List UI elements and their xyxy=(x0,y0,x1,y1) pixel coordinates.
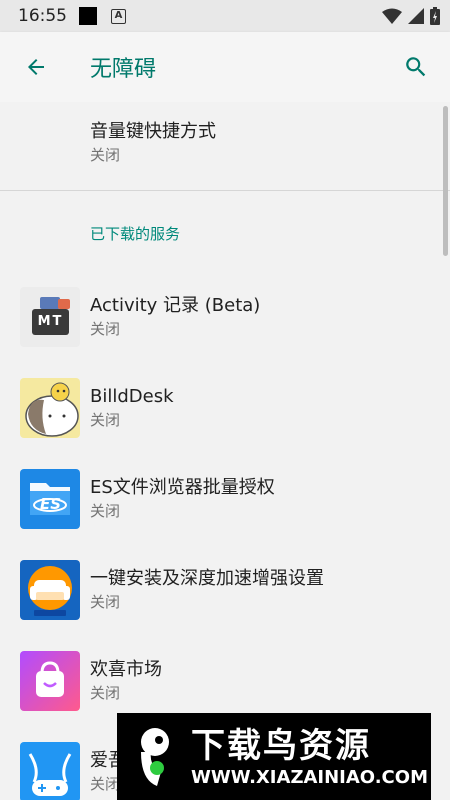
downloaded-services-header: 已下载的服务 xyxy=(90,225,181,243)
mt-manager-icon: MT xyxy=(20,286,80,347)
service-item-one-key-install[interactable]: 一键安装及深度加速增强设置 关闭 xyxy=(0,544,450,635)
settings-list[interactable]: 音量键快捷方式 关闭 已下载的服务 MT Activity 记录 (Beta) … xyxy=(0,102,450,800)
status-icons xyxy=(382,7,440,25)
service-status: 关闭 xyxy=(90,683,121,702)
page-title: 无障碍 xyxy=(90,57,157,82)
watermark-banner: 下载鸟资源 WWW.XIAZAINIAO.COM xyxy=(117,713,431,800)
notification-square-icon xyxy=(79,7,97,25)
volume-shortcut-status: 关闭 xyxy=(90,146,121,164)
service-name: BilldDesk xyxy=(90,385,174,407)
watermark-title: 下载鸟资源 xyxy=(191,725,371,766)
service-name: 一键安装及深度加速增强设置 xyxy=(90,567,324,589)
service-status: 关闭 xyxy=(90,501,121,520)
signal-icon xyxy=(408,8,424,24)
es-file-explorer-icon: ES xyxy=(20,468,80,529)
app-bar: 无障碍 xyxy=(0,32,450,102)
bird-logo-icon xyxy=(127,722,183,792)
status-bar: 16:55 A xyxy=(0,0,450,32)
scrollbar[interactable] xyxy=(443,106,448,256)
volume-shortcut-item[interactable]: 音量键快捷方式 关闭 xyxy=(0,102,450,191)
sofa-icon xyxy=(20,559,80,620)
volume-shortcut-title: 音量键快捷方式 xyxy=(90,121,216,142)
watermark-url: WWW.XIAZAINIAO.COM xyxy=(191,766,428,788)
wifi-icon xyxy=(382,8,402,24)
notification-a-icon: A xyxy=(111,8,126,24)
service-item-activity-log[interactable]: MT Activity 记录 (Beta) 关闭 xyxy=(0,271,450,362)
service-name: Activity 记录 (Beta) xyxy=(90,294,261,316)
status-time: 16:55 xyxy=(18,6,67,26)
service-name: ES文件浏览器批量授权 xyxy=(90,476,275,498)
service-item-billddesk[interactable]: BilldDesk 关闭 xyxy=(0,362,450,453)
gamepad-icon xyxy=(20,741,80,800)
service-item-es-file-explorer[interactable]: ES ES文件浏览器批量授权 关闭 xyxy=(0,453,450,544)
service-status: 关闭 xyxy=(90,319,121,338)
battery-icon xyxy=(430,7,440,25)
billddesk-icon xyxy=(20,377,80,438)
service-status: 关闭 xyxy=(90,592,121,611)
back-button[interactable] xyxy=(8,39,64,95)
service-status: 关闭 xyxy=(90,410,121,429)
service-name: 欢喜市场 xyxy=(90,658,162,680)
back-arrow-icon xyxy=(28,59,44,75)
search-button[interactable] xyxy=(388,39,444,95)
search-icon xyxy=(406,57,426,77)
shopping-bag-icon xyxy=(20,650,80,711)
